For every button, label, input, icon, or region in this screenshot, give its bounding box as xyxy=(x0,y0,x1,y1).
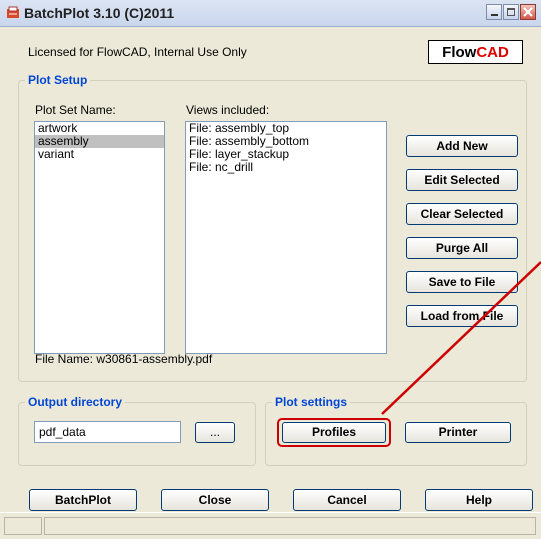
close-icon xyxy=(523,7,533,17)
status-pane-main xyxy=(44,517,536,535)
app-icon xyxy=(7,6,19,18)
title-bar: BatchPlot 3.10 (C)2011 xyxy=(0,0,541,27)
status-pane-left xyxy=(4,517,42,535)
add-new-button[interactable]: Add New xyxy=(406,135,518,157)
output-directory-label: Output directory xyxy=(25,395,126,409)
window-title: BatchPlot 3.10 (C)2011 xyxy=(24,5,175,21)
maximize-button[interactable] xyxy=(503,4,519,20)
cancel-button[interactable]: Cancel xyxy=(293,489,401,511)
close-window-button[interactable] xyxy=(520,4,536,20)
minimize-button[interactable] xyxy=(486,4,502,20)
help-button[interactable]: Help xyxy=(425,489,533,511)
status-bar xyxy=(0,512,541,539)
purge-all-button[interactable]: Purge All xyxy=(406,237,518,259)
logo-cad: CAD xyxy=(476,44,509,61)
file-name-label: File Name: w30861-assembly.pdf xyxy=(35,352,213,366)
plot-set-list[interactable]: artwork assembly variant xyxy=(34,121,165,354)
load-from-file-button[interactable]: Load from File xyxy=(406,305,518,327)
save-to-file-button[interactable]: Save to File xyxy=(406,271,518,293)
batchplot-window: BatchPlot 3.10 (C)2011 Licensed for Flow… xyxy=(0,0,541,539)
close-button[interactable]: Close xyxy=(161,489,269,511)
plot-set-name-label: Plot Set Name: xyxy=(35,103,116,117)
clear-selected-button[interactable]: Clear Selected xyxy=(406,203,518,225)
profiles-highlight-box xyxy=(277,418,391,447)
flowcad-logo: FlowCAD xyxy=(428,40,523,64)
plot-settings-label: Plot settings xyxy=(272,395,351,409)
view-item[interactable]: File: nc_drill xyxy=(186,161,386,174)
license-text: Licensed for FlowCAD, Internal Use Only xyxy=(28,45,247,59)
printer-button[interactable]: Printer xyxy=(405,422,511,443)
views-list[interactable]: File: assembly_top File: assembly_bottom F… xyxy=(185,121,387,354)
maximize-icon xyxy=(507,8,515,16)
edit-selected-button[interactable]: Edit Selected xyxy=(406,169,518,191)
plot-setup-label: Plot Setup xyxy=(25,73,91,87)
logo-flow: Flow xyxy=(442,44,477,61)
output-directory-input[interactable]: pdf_data xyxy=(34,421,181,443)
views-included-label: Views included: xyxy=(186,103,270,117)
minimize-icon xyxy=(491,14,498,16)
batchplot-button[interactable]: BatchPlot xyxy=(29,489,137,511)
plot-set-item[interactable]: variant xyxy=(35,148,164,161)
browse-button[interactable]: ... xyxy=(195,422,235,443)
